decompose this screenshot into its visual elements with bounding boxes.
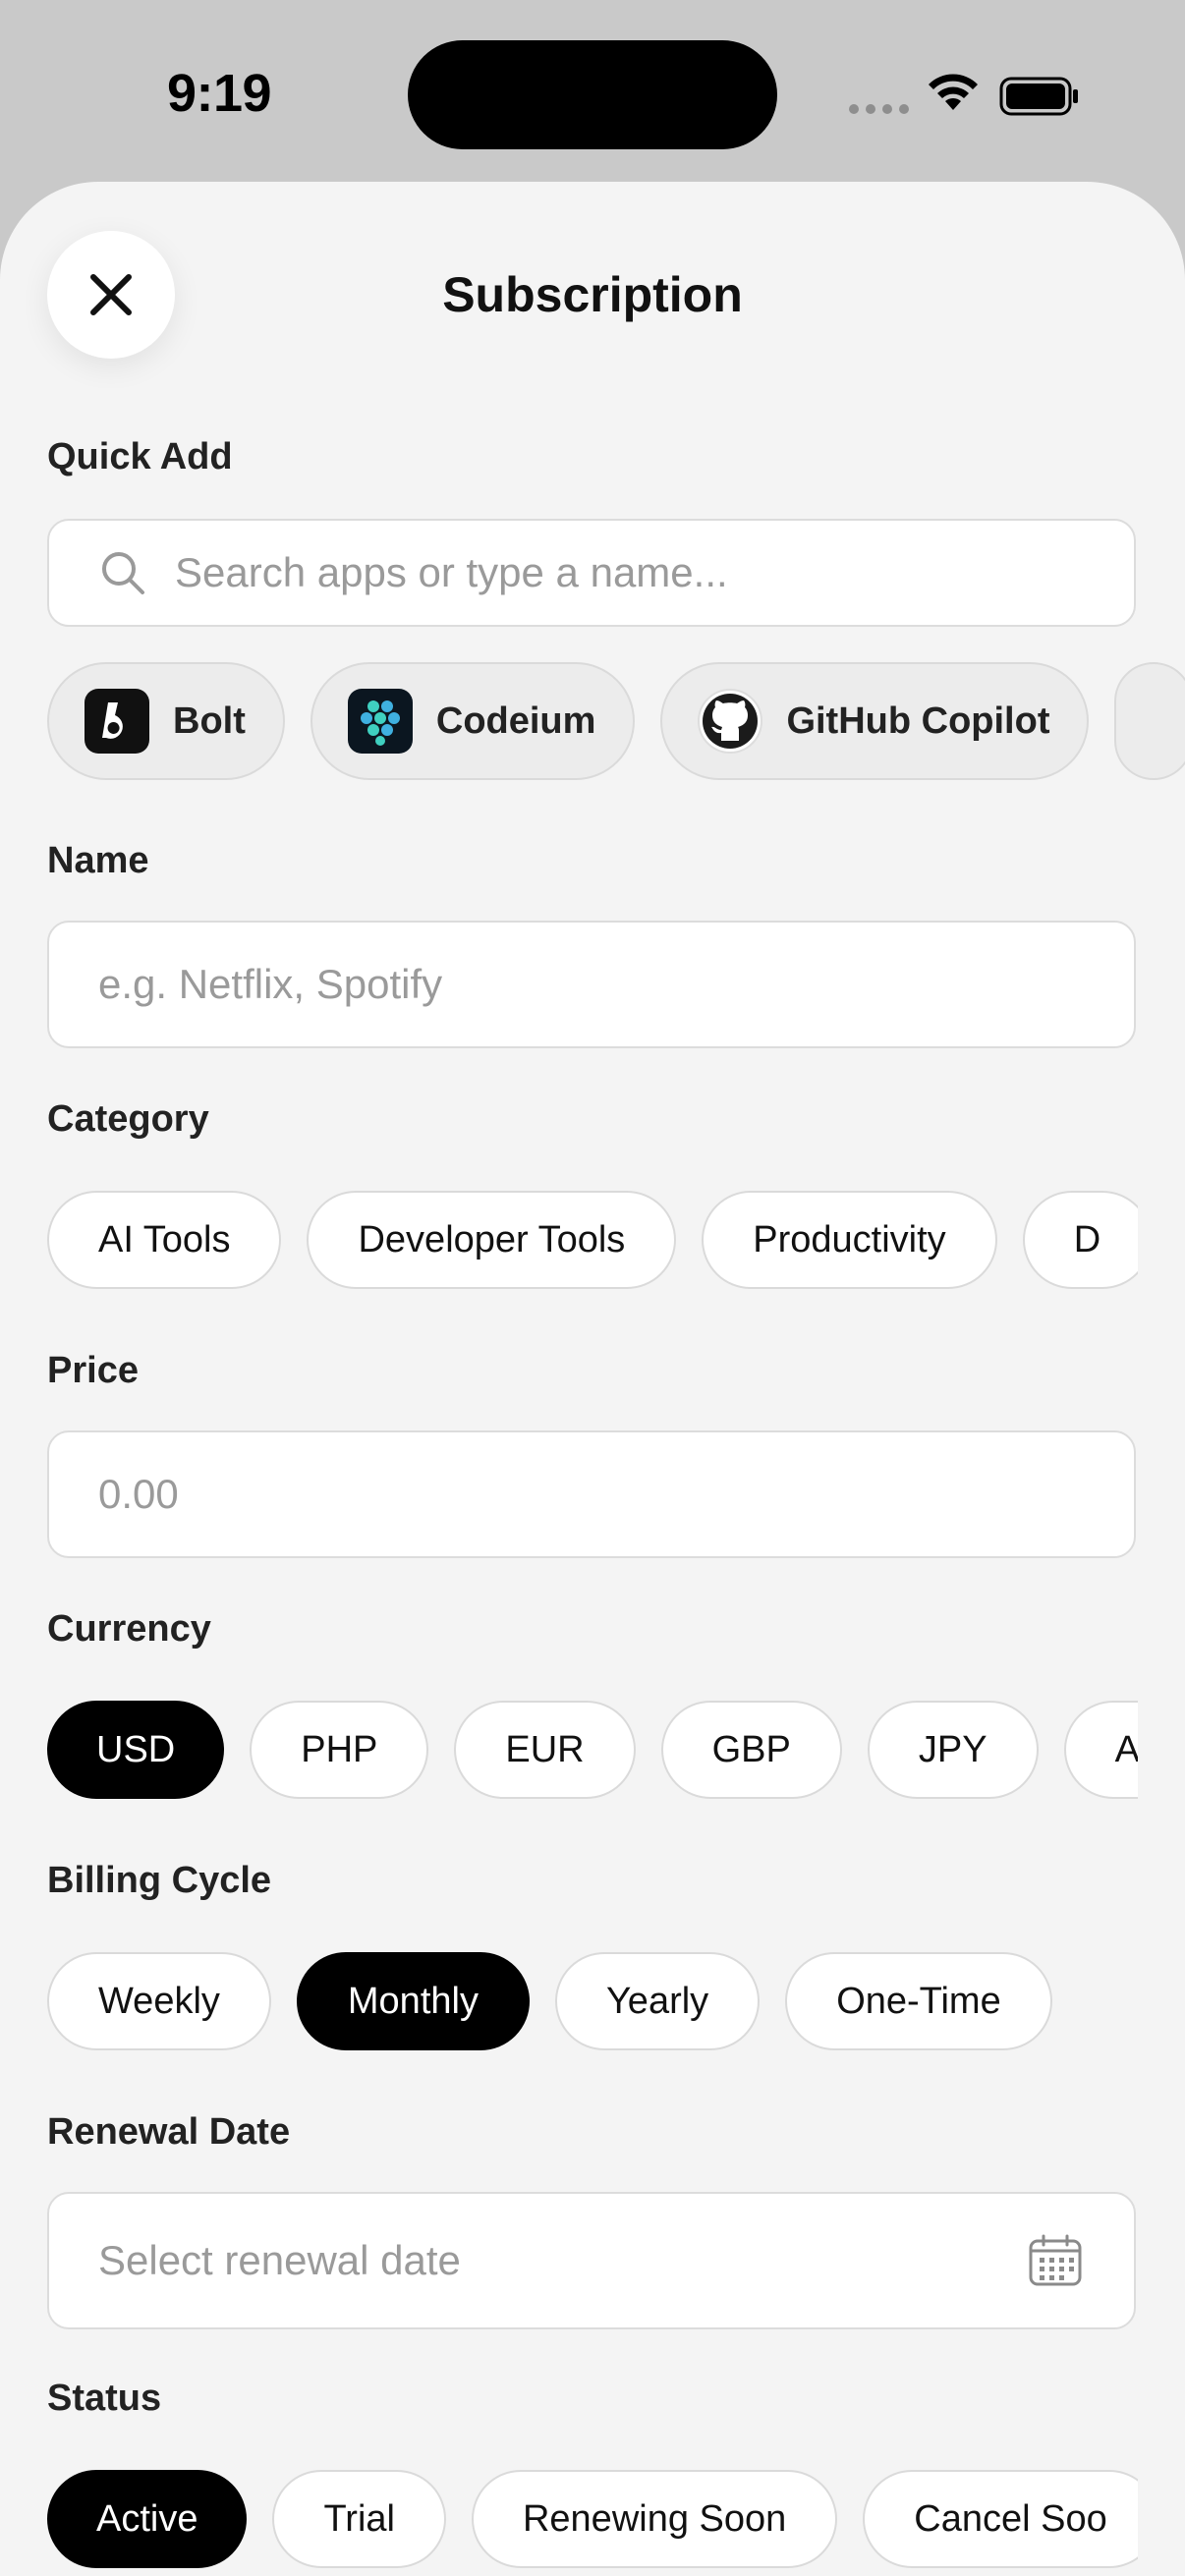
bolt-logo-icon <box>85 689 149 754</box>
battery-icon <box>999 77 1078 116</box>
quick-add-app-list: Bolt Codeium GitHub Copilot <box>47 662 1185 780</box>
quick-add-label: Quick Add <box>47 436 233 477</box>
category-options: AI Tools Developer Tools Productivity D <box>47 1191 1138 1289</box>
price-placeholder: 0.00 <box>98 1471 179 1517</box>
category-option-productivity[interactable]: Productivity <box>702 1191 997 1289</box>
renewal-date-picker[interactable]: Select renewal date <box>47 2192 1136 2329</box>
price-input[interactable]: 0.00 <box>47 1430 1136 1558</box>
currency-option-php[interactable]: PHP <box>250 1701 429 1799</box>
currency-option-eur[interactable]: EUR <box>454 1701 636 1799</box>
github-logo-icon <box>698 689 763 754</box>
name-placeholder: e.g. Netflix, Spotify <box>98 961 443 1007</box>
subscription-sheet: Subscription Quick Add Search apps or ty… <box>0 182 1185 2576</box>
calendar-icon <box>1029 2234 1082 2286</box>
currency-option-usd[interactable]: USD <box>47 1701 225 1799</box>
billing-option-monthly[interactable]: Monthly <box>296 1952 530 2050</box>
category-option-partial[interactable]: D <box>1022 1191 1138 1289</box>
quick-add-app-codeium[interactable]: Codeium <box>310 662 636 780</box>
status-option-cancel-soon[interactable]: Cancel Soo <box>863 2470 1138 2568</box>
page-title: Subscription <box>442 267 743 322</box>
quick-add-app-label: Bolt <box>173 700 246 742</box>
billing-cycle-label: Billing Cycle <box>47 1860 272 1901</box>
status-options: Active Trial Renewing Soon Cancel Soo <box>47 2470 1138 2568</box>
currency-label: Currency <box>47 1608 211 1650</box>
price-label: Price <box>47 1350 139 1391</box>
quick-add-app-bolt[interactable]: Bolt <box>47 662 285 780</box>
quick-add-app-label: GitHub Copilot <box>786 700 1050 742</box>
currency-options: USD PHP EUR GBP JPY AU <box>47 1701 1138 1799</box>
status-option-renewing-soon[interactable]: Renewing Soon <box>471 2470 838 2568</box>
status-option-trial[interactable]: Trial <box>272 2470 446 2568</box>
status-time: 9:19 <box>167 64 272 123</box>
status-bar: 9:19 <box>0 0 1185 187</box>
billing-option-weekly[interactable]: Weekly <box>47 1952 271 2050</box>
search-icon <box>102 552 144 594</box>
quick-add-app-label: Codeium <box>435 700 596 742</box>
wifi-icon <box>929 74 978 110</box>
quick-add-app-github-copilot[interactable]: GitHub Copilot <box>660 662 1090 780</box>
name-input[interactable]: e.g. Netflix, Spotify <box>47 921 1136 1048</box>
codeium-logo-icon <box>347 689 413 754</box>
quick-add-app-next[interactable] <box>1114 662 1185 780</box>
search-input[interactable]: Search apps or type a name... <box>47 519 1136 627</box>
status-option-active[interactable]: Active <box>47 2470 248 2568</box>
currency-option-jpy[interactable]: JPY <box>867 1701 1039 1799</box>
category-option-developer-tools[interactable]: Developer Tools <box>307 1191 677 1289</box>
currency-option-gbp[interactable]: GBP <box>660 1701 842 1799</box>
status-label: Status <box>47 2378 162 2419</box>
billing-cycle-options: Weekly Monthly Yearly One-Time <box>47 1952 1138 2050</box>
search-placeholder: Search apps or type a name... <box>175 549 728 595</box>
name-label: Name <box>47 840 149 881</box>
billing-option-one-time[interactable]: One-Time <box>785 1952 1052 2050</box>
renewal-date-label: Renewal Date <box>47 2111 291 2153</box>
cellular-signal-icon <box>849 104 909 114</box>
renewal-date-placeholder: Select renewal date <box>98 2237 461 2283</box>
category-label: Category <box>47 1098 209 1140</box>
category-option-ai-tools[interactable]: AI Tools <box>47 1191 282 1289</box>
dynamic-island <box>408 40 777 149</box>
currency-option-aud[interactable]: AU <box>1063 1701 1138 1799</box>
billing-option-yearly[interactable]: Yearly <box>554 1952 761 2050</box>
